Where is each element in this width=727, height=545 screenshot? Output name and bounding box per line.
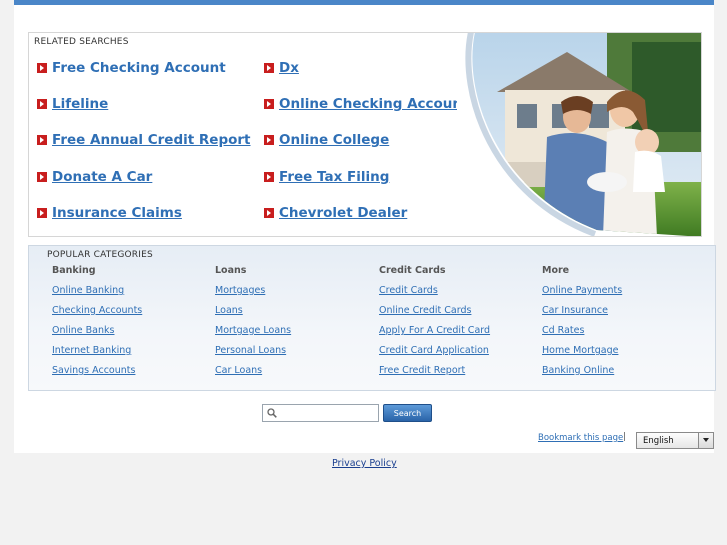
category-link[interactable]: Loans — [215, 305, 375, 325]
category-title: Loans — [215, 265, 247, 276]
category-link[interactable]: Car Loans — [215, 365, 375, 385]
category-link[interactable]: Credit Card Application — [379, 345, 539, 365]
category-link[interactable]: Internet Banking — [52, 345, 212, 365]
category-column: Banking Online Banking Checking Accounts… — [52, 265, 212, 385]
category-link[interactable]: Cd Rates — [542, 325, 702, 345]
arrow-bullet-icon — [37, 63, 47, 73]
arrow-bullet-icon — [37, 172, 47, 182]
arrow-bullet-icon — [264, 172, 274, 182]
language-select[interactable]: English — [636, 432, 714, 449]
category-link[interactable]: Banking Online — [542, 365, 702, 385]
related-link[interactable]: Insurance Claims — [37, 205, 182, 221]
category-link[interactable]: Online Banking — [52, 285, 212, 305]
category-link[interactable]: Personal Loans — [215, 345, 375, 365]
category-link[interactable]: Online Payments — [542, 285, 702, 305]
search-input[interactable] — [262, 404, 379, 422]
category-title: Credit Cards — [379, 265, 446, 276]
category-link[interactable]: Car Insurance — [542, 305, 702, 325]
related-searches-panel: RELATED SEARCHES Free Checking Account L… — [28, 32, 702, 237]
top-accent-bar — [14, 0, 714, 5]
page-container: RELATED SEARCHES Free Checking Account L… — [14, 0, 716, 453]
popular-categories-heading: POPULAR CATEGORIES — [47, 250, 153, 260]
category-title: More — [542, 265, 570, 276]
category-link[interactable]: Online Credit Cards — [379, 305, 539, 325]
category-title: Banking — [52, 265, 96, 276]
related-link[interactable]: Free Checking Account — [37, 60, 226, 76]
magnifier-icon — [267, 408, 277, 418]
category-link[interactable]: Apply For A Credit Card — [379, 325, 539, 345]
popular-categories-panel: POPULAR CATEGORIES Banking Online Bankin… — [28, 245, 716, 391]
bookmark-link[interactable]: Bookmark this page — [538, 433, 623, 443]
arrow-bullet-icon — [264, 99, 274, 109]
separator: | — [623, 432, 627, 442]
category-link[interactable]: Home Mortgage — [542, 345, 702, 365]
privacy-policy-link[interactable]: Privacy Policy — [332, 458, 397, 469]
related-link[interactable]: Dx — [264, 60, 299, 76]
category-link[interactable]: Free Credit Report — [379, 365, 539, 385]
search-form: Search — [262, 404, 434, 422]
category-link[interactable]: Online Banks — [52, 325, 212, 345]
arrow-bullet-icon — [37, 99, 47, 109]
related-link[interactable]: Chevrolet Dealer — [264, 205, 407, 221]
search-button[interactable]: Search — [383, 404, 432, 422]
arrow-bullet-icon — [264, 135, 274, 145]
category-link[interactable]: Savings Accounts — [52, 365, 212, 385]
category-column: Credit Cards Credit Cards Online Credit … — [379, 265, 539, 385]
arrow-bullet-icon — [264, 208, 274, 218]
related-searches-heading: RELATED SEARCHES — [34, 37, 129, 47]
related-link[interactable]: Donate A Car — [37, 169, 152, 185]
chevron-down-icon — [698, 433, 713, 448]
category-link[interactable]: Mortgages — [215, 285, 375, 305]
family-house-photo — [457, 33, 701, 236]
related-link[interactable]: Online College — [264, 132, 389, 148]
arrow-bullet-icon — [37, 135, 47, 145]
category-link[interactable]: Checking Accounts — [52, 305, 212, 325]
language-selected-value: English — [643, 436, 674, 446]
related-link[interactable]: Free Annual Credit Report — [37, 132, 251, 148]
category-link[interactable]: Credit Cards — [379, 285, 539, 305]
related-link[interactable]: Free Tax Filing — [264, 169, 389, 185]
category-column: More Online Payments Car Insurance Cd Ra… — [542, 265, 702, 385]
arrow-bullet-icon — [37, 208, 47, 218]
category-link[interactable]: Mortgage Loans — [215, 325, 375, 345]
category-column: Loans Mortgages Loans Mortgage Loans Per… — [215, 265, 375, 385]
related-link[interactable]: Lifeline — [37, 96, 108, 112]
related-link[interactable]: Online Checking Account — [264, 96, 468, 112]
arrow-bullet-icon — [264, 63, 274, 73]
